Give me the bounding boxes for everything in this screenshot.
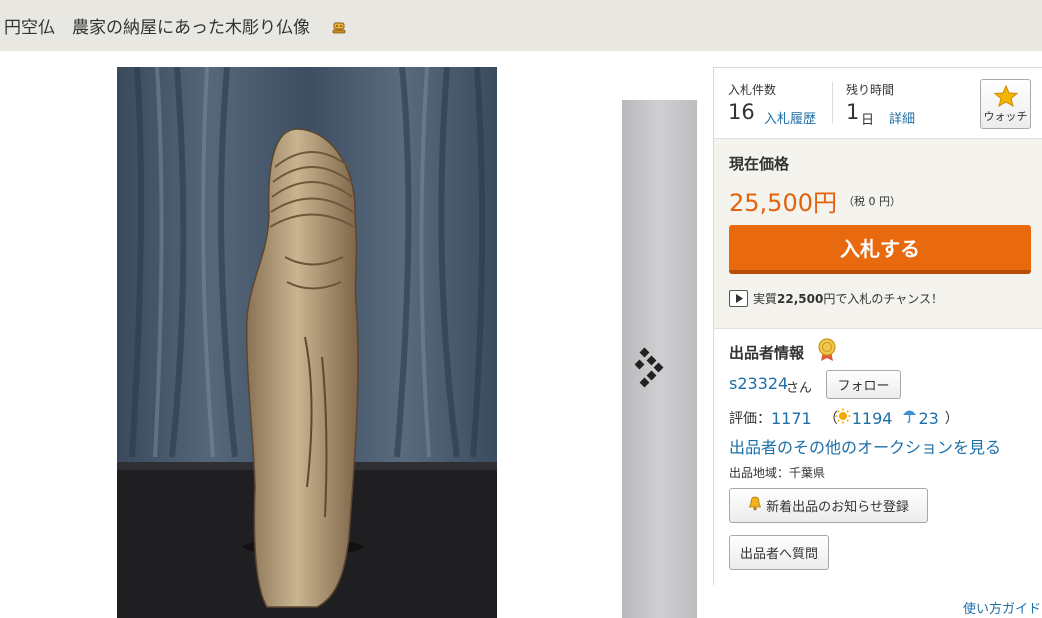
current-price-value: 25,500円 — [729, 189, 837, 217]
play-icon — [729, 290, 748, 307]
rating-label: 評価： — [729, 411, 771, 427]
good-count-link[interactable]: 1194 — [852, 409, 893, 428]
auction-gavel-icon — [332, 19, 346, 33]
rating-close-paren: ） — [944, 411, 959, 427]
sun-icon — [835, 408, 851, 428]
bid-panel: 入札件数 16 入札履歴 残り時間 1 日 詳細 ウォッチ 現在価格 25,50… — [713, 67, 1042, 586]
star-icon — [993, 84, 1018, 107]
chance-row[interactable]: 実質 22,500 円で入札のチャンス！ — [729, 290, 943, 307]
ask-seller-button[interactable]: 出品者へ質問 — [729, 535, 829, 570]
price-section: 現在価格 25,500円 （税 0 円） 入札する 実質 22,500 円で入札… — [714, 138, 1042, 329]
rating-value-link[interactable]: 1171 — [771, 409, 812, 428]
seller-rating: 評価： 1171 （ 1194 23 ） — [729, 408, 959, 428]
follow-button[interactable]: フォロー — [826, 370, 901, 399]
notify-new-listings-button[interactable]: 新着出品のお知らせ登録 — [729, 488, 928, 523]
stats-divider — [832, 82, 833, 124]
watch-button[interactable]: ウォッチ — [980, 79, 1031, 129]
bell-icon — [748, 496, 762, 515]
time-left-unit: 日 — [861, 113, 875, 128]
product-photo[interactable] — [117, 67, 497, 618]
umbrella-icon — [902, 408, 917, 428]
bid-count: 16 — [728, 100, 755, 124]
page-title: 円空仏 農家の納屋にあった木彫り仏像 — [4, 18, 310, 38]
other-auctions-link[interactable]: 出品者のその他のオークションを見る — [729, 434, 1001, 458]
seller-region: 出品地域：千葉県 — [729, 466, 826, 480]
title-bar: 円空仏 農家の納屋にあった木彫り仏像 — [0, 0, 1042, 51]
next-arrow-icon[interactable] — [634, 347, 665, 389]
price-tax: （税 0 円） — [843, 195, 901, 208]
seller-name-suffix: さん — [786, 381, 813, 396]
notify-button-label: 新着出品のお知らせ登録 — [766, 500, 909, 515]
watch-label: ウォッチ — [983, 109, 1028, 123]
chance-amount: 22,500 — [777, 291, 824, 306]
seller-name-link[interactable]: s23324 — [729, 374, 788, 393]
time-left-value: 1 — [846, 100, 860, 124]
chance-suffix: 円で入札のチャンス！ — [823, 292, 943, 306]
bid-button[interactable]: 入札する — [729, 225, 1031, 274]
help-guide-link[interactable]: 使い方ガイド — [963, 598, 1041, 617]
auction-stats: 入札件数 16 入札履歴 残り時間 1 日 詳細 ウォッチ — [714, 68, 1042, 138]
bad-count-link[interactable]: 23 — [918, 409, 938, 428]
bid-count-label: 入札件数 — [728, 83, 777, 97]
chance-prefix: 実質 — [753, 292, 778, 306]
seller-section: 出品者情報 s23324 さん フォロー 評価： 1171 （ 1194 23 … — [714, 330, 1042, 586]
time-detail-link[interactable]: 詳細 — [889, 108, 915, 127]
seller-info-title: 出品者情報 — [729, 344, 805, 362]
current-price-label: 現在価格 — [729, 155, 790, 173]
bid-history-link[interactable]: 入札履歴 — [764, 108, 816, 127]
medal-icon — [818, 338, 836, 366]
time-left-label: 残り時間 — [846, 83, 895, 97]
